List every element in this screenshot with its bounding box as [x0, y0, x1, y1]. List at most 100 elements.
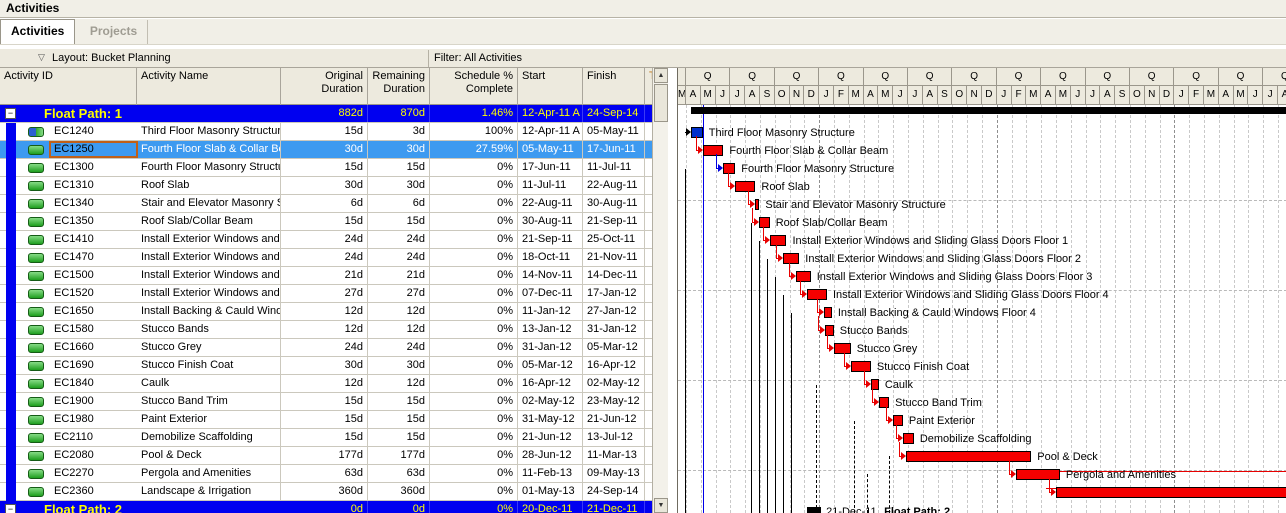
month-cell-A[interactable]: A — [1278, 86, 1286, 105]
month-cell-D[interactable]: D — [804, 86, 820, 105]
month-cell-N[interactable]: N — [1144, 86, 1160, 105]
month-cell-J[interactable]: J — [996, 86, 1012, 105]
table-row-EC1410[interactable]: EC1410 Install Exterior Windows and Slidi… — [0, 231, 654, 249]
quarter-cell[interactable]: Q — [1085, 68, 1130, 86]
table-row-EC2080[interactable]: EC2080 Pool & Deck 177d 177d 0% 28-Jun-12 11-M… — [0, 447, 654, 465]
gantt-bar-EC1980[interactable] — [892, 415, 903, 426]
month-cell-A[interactable]: A — [863, 86, 879, 105]
month-cell-J[interactable]: J — [1174, 86, 1190, 105]
month-cell-M[interactable]: M — [1056, 86, 1071, 105]
column-header-finish[interactable]: Finish — [583, 68, 645, 105]
quarter-cell[interactable]: Q — [863, 68, 908, 86]
table-row-EC2110[interactable]: EC2110 Demobilize Scaffolding 15d 15d 0% 21-J… — [0, 429, 654, 447]
gantt-bar-EC1690[interactable] — [850, 361, 871, 372]
table-row-EC1500[interactable]: EC1500 Install Exterior Windows and Slidi… — [0, 267, 654, 285]
quarter-cell[interactable]: Q — [819, 68, 864, 86]
month-cell-M[interactable]: M — [1026, 86, 1042, 105]
month-cell-A[interactable]: A — [1218, 86, 1234, 105]
quarter-cell[interactable]: Q — [952, 68, 997, 86]
month-cell-N[interactable]: N — [967, 86, 982, 105]
table-row-EC1580[interactable]: EC1580 Stucco Bands 12d 12d 0% 13-Jan-12 31-Ja… — [0, 321, 654, 339]
gantt-bar-EC1500[interactable] — [795, 271, 811, 282]
month-cell-M[interactable]: M — [700, 86, 716, 105]
scroll-thumb[interactable] — [654, 84, 668, 122]
quarter-cell[interactable]: Q — [1218, 68, 1264, 86]
month-cell-A[interactable]: A — [686, 86, 701, 105]
collapse-icon[interactable]: − — [5, 504, 16, 513]
tab-projects[interactable]: Projects — [80, 20, 149, 44]
month-cell-S[interactable]: S — [937, 86, 953, 105]
table-row-EC1470[interactable]: EC1470 Install Exterior Windows and Slidi… — [0, 249, 654, 267]
month-cell-J[interactable]: J — [730, 86, 746, 105]
month-cell-S[interactable]: S — [760, 86, 775, 105]
table-row-EC1340[interactable]: EC1340 Stair and Elevator Masonry Structu… — [0, 195, 654, 213]
quarter-cell[interactable]: Q — [1041, 68, 1086, 86]
quarter-cell[interactable]: Q — [1130, 68, 1175, 86]
month-cell-F[interactable]: F — [1011, 86, 1027, 105]
quarter-cell[interactable]: Q — [686, 68, 731, 86]
gantt-bar-EC1310[interactable] — [735, 181, 756, 192]
gantt-bar-EC2360[interactable] — [1056, 487, 1286, 498]
table-row-EC1660[interactable]: EC1660 Stucco Grey 24d 24d 0% 31-Jan-12 05-Mar… — [0, 339, 654, 357]
table-row-EC2360[interactable]: EC2360 Landscape & Irrigation 360d 360d 0% 01… — [0, 483, 654, 501]
quarter-cell[interactable]: Q — [908, 68, 953, 86]
table-row-EC1900[interactable]: EC1900 Stucco Band Trim 15d 15d 0% 02-May-12 2… — [0, 393, 654, 411]
column-header-remaining[interactable]: Remaining Duration — [368, 68, 430, 105]
quarter-cell[interactable]: Q — [1263, 68, 1286, 86]
gantt-bar-EC1250[interactable] — [702, 145, 724, 156]
layout-options-bar[interactable]: ▽ Layout: Bucket Planning Filter: All Ac… — [0, 48, 1286, 68]
month-cell-O[interactable]: O — [952, 86, 968, 105]
column-header-schedule[interactable]: Schedule % Complete — [430, 68, 518, 105]
month-cell-D[interactable]: D — [982, 86, 997, 105]
table-row-EC1240[interactable]: EC1240 Third Floor Masonry Structure 15d 3d… — [0, 123, 654, 141]
table-row-EC1300[interactable]: EC1300 Fourth Floor Masonry Structure 15d 1… — [0, 159, 654, 177]
month-cell-J[interactable]: J — [819, 86, 834, 105]
month-cell-J[interactable]: J — [1085, 86, 1101, 105]
column-header-start[interactable]: Start — [518, 68, 583, 105]
gantt-bar-EC1300[interactable] — [723, 163, 736, 174]
tab-activities[interactable]: Activities — [0, 19, 76, 44]
column-header-activity[interactable]: Activity ID — [0, 68, 137, 105]
month-cell-J[interactable]: J — [715, 86, 731, 105]
gantt-bar-EC1660[interactable] — [833, 343, 851, 354]
table-row-EC1520[interactable]: EC1520 Install Exterior Windows and Slidi… — [0, 285, 654, 303]
month-cell-O[interactable]: O — [774, 86, 790, 105]
gantt-bar-EC1470[interactable] — [783, 253, 800, 264]
month-cell-A[interactable]: A — [1041, 86, 1056, 105]
quarter-cell[interactable]: Q — [996, 68, 1042, 86]
table-row-EC1980[interactable]: EC1980 Paint Exterior 15d 15d 0% 31-May-12 21-… — [0, 411, 654, 429]
table-row-EC1690[interactable]: EC1690 Stucco Finish Coat 30d 30d 0% 05-Mar-1… — [0, 357, 654, 375]
month-cell-J[interactable]: J — [1263, 86, 1278, 105]
scroll-up-button[interactable]: ▲ — [654, 68, 668, 83]
month-cell-M[interactable]: M — [848, 86, 864, 105]
column-header-original[interactable]: Original Duration — [281, 68, 368, 105]
month-cell-F[interactable]: F — [834, 86, 849, 105]
summary-bar-float-path-1[interactable] — [691, 107, 1286, 114]
gantt-bar-EC1900[interactable] — [878, 397, 890, 408]
month-cell-A[interactable]: A — [745, 86, 760, 105]
gantt-bar-EC2110[interactable] — [902, 433, 914, 444]
month-cell-M[interactable]: M — [678, 86, 686, 105]
table-row-EC1350[interactable]: EC1350 Roof Slab/Collar Beam 15d 15d 0% 30-Au… — [0, 213, 654, 231]
gantt-bar-EC1350[interactable] — [759, 217, 770, 228]
month-cell-M[interactable]: M — [1233, 86, 1249, 105]
table-row-EC1310[interactable]: EC1310 Roof Slab 30d 30d 0% 11-Jul-11 22-Aug-1… — [0, 177, 654, 195]
month-cell-N[interactable]: N — [789, 86, 805, 105]
gantt-bar-EC2270[interactable] — [1016, 469, 1060, 480]
table-row-EC2270[interactable]: EC2270 Pergola and Amenities 63d 63d 0% 11-Fe… — [0, 465, 654, 483]
month-cell-M[interactable]: M — [878, 86, 894, 105]
month-cell-F[interactable]: F — [1189, 86, 1204, 105]
month-cell-A[interactable]: A — [1100, 86, 1116, 105]
table-row-EC1250[interactable]: EC1250Fourth Floor Slab & Collar Beam30d… — [0, 141, 654, 159]
table-row-group[interactable]: − Float Path: 2 0d 0d 0% 20-Dec-11 21-Dec-11 — [0, 501, 654, 513]
gantt-bar-EC1340[interactable] — [755, 199, 760, 210]
month-cell-S[interactable]: S — [1115, 86, 1130, 105]
month-cell-J[interactable]: J — [1070, 86, 1086, 105]
month-cell-J[interactable]: J — [908, 86, 923, 105]
table-row-EC1840[interactable]: EC1840 Caulk 12d 12d 0% 16-Apr-12 02-May-12 — [0, 375, 654, 393]
quarter-cell[interactable]: Q — [774, 68, 820, 86]
gantt-bar-EC1410[interactable] — [769, 235, 787, 246]
gantt-bar-EC1650[interactable] — [824, 307, 832, 318]
month-cell-A[interactable]: A — [922, 86, 938, 105]
month-cell-O[interactable]: O — [1130, 86, 1145, 105]
